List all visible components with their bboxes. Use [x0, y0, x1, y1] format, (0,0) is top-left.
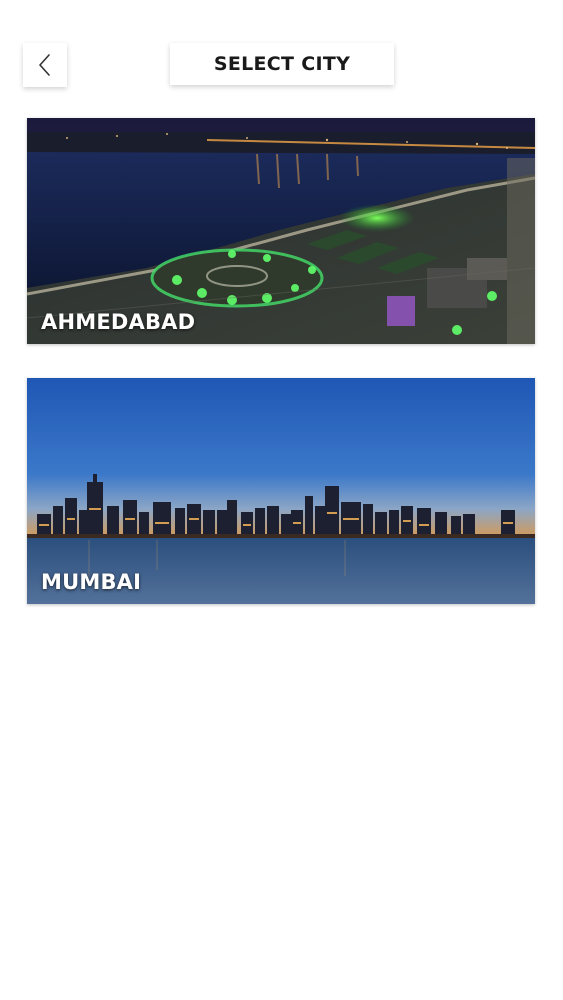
- city-card-mumbai[interactable]: MUMBAI: [27, 378, 535, 604]
- city-name-ahmedabad: AHMEDABAD: [41, 310, 196, 334]
- back-button[interactable]: [23, 43, 67, 87]
- city-card-ahmedabad[interactable]: AHMEDABAD: [27, 118, 535, 344]
- page-title-box: SELECT CITY: [170, 43, 394, 85]
- city-name-mumbai: MUMBAI: [41, 570, 142, 594]
- chevron-left-icon: [39, 54, 50, 76]
- page-title: SELECT CITY: [213, 53, 351, 75]
